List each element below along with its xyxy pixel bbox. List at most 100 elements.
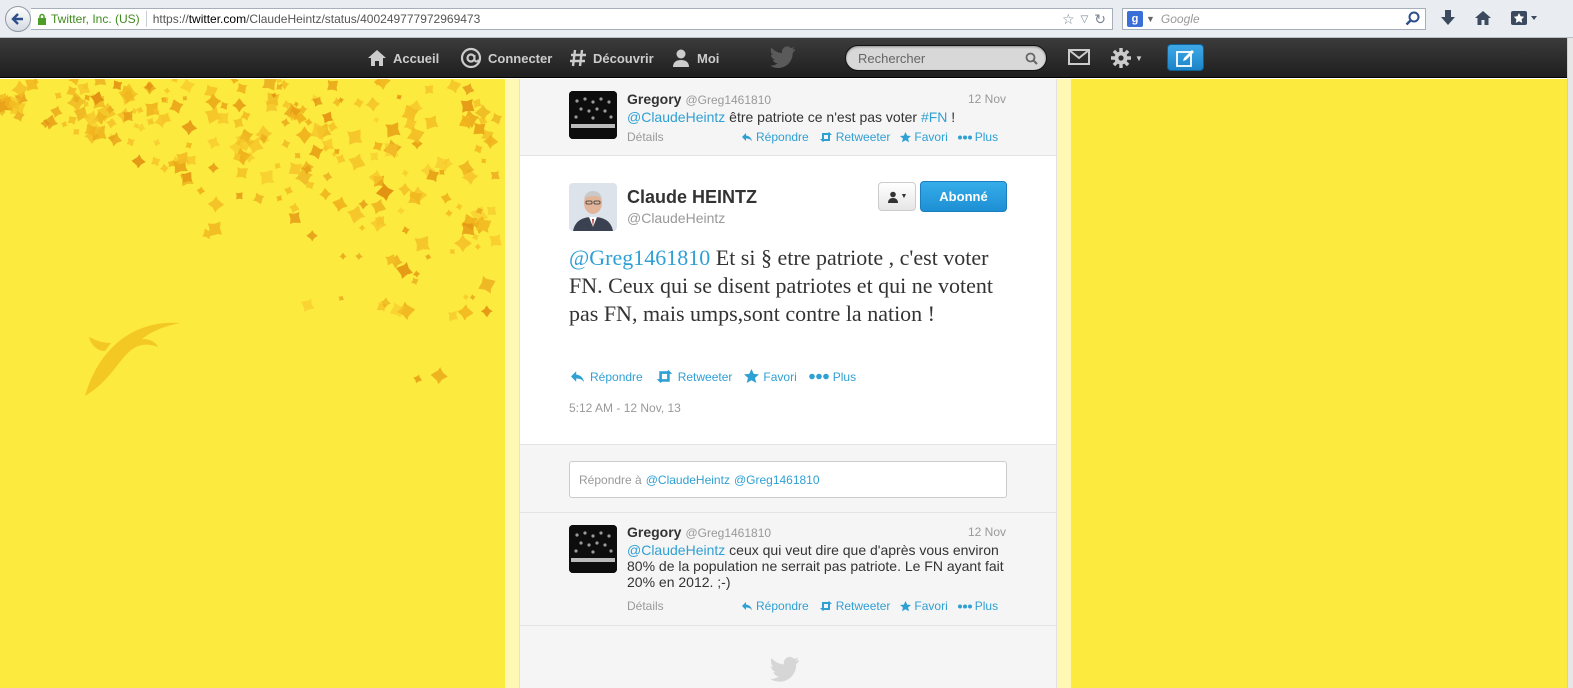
tweet-date[interactable]: 12 Nov	[968, 525, 1006, 539]
user-actions-button[interactable]: ▼	[878, 182, 916, 211]
nav-discover-label: Découvrir	[593, 50, 654, 66]
details-link[interactable]: Détails	[627, 130, 664, 144]
reload-icon[interactable]: ↻	[1094, 11, 1106, 28]
home-icon[interactable]	[1474, 10, 1492, 26]
twitter-topbar: Accueil Connecter Découvrir Moi ▼	[0, 38, 1567, 78]
leaf-shape	[232, 98, 247, 113]
avatar[interactable]	[569, 525, 617, 573]
timeline-end	[520, 626, 1056, 688]
following-button[interactable]: Abonné	[920, 181, 1007, 212]
person-icon	[673, 49, 689, 67]
leaf-shape	[430, 367, 448, 385]
retweet-icon	[819, 601, 832, 611]
leaf-shape	[150, 156, 161, 167]
more-dots-icon	[957, 135, 972, 139]
hashtag-link[interactable]: #FN	[921, 109, 947, 125]
mention-link[interactable]: @ClaudeHeintz	[627, 542, 725, 558]
more-action[interactable]: Plus	[957, 130, 998, 144]
history-dropdown-icon[interactable]: ▽	[1081, 14, 1089, 25]
leaf-shape	[312, 96, 323, 107]
leaf-shape	[207, 221, 223, 237]
tweet-handle[interactable]: @Greg1461810	[685, 93, 771, 107]
browser-search-placeholder: Google	[1160, 12, 1200, 26]
leaf-shape	[207, 136, 220, 150]
leaf-shape	[355, 252, 363, 261]
compose-tweet-button[interactable]	[1167, 44, 1204, 71]
favorite-action[interactable]: Favori	[744, 369, 797, 384]
leaf-shape	[338, 295, 344, 302]
tweet-text: @ClaudeHeintz être patriote ce n'est pas…	[627, 109, 956, 125]
nav-home-label: Accueil	[393, 50, 440, 66]
leaf-shape	[163, 87, 171, 95]
page-scrollbar[interactable]	[1567, 38, 1573, 688]
retweet-action[interactable]: Retweeter	[655, 369, 732, 384]
home-icon	[368, 50, 386, 66]
tweet-handle[interactable]: @Greg1461810	[685, 526, 771, 540]
nav-discover[interactable]: Découvrir	[569, 38, 654, 78]
leaf-shape	[401, 169, 409, 177]
tweet-author[interactable]: Gregory @Greg1461810	[627, 91, 771, 107]
url-bar[interactable]: Twitter, Inc. (US) https://twitter.com/C…	[31, 8, 1113, 30]
search-icon[interactable]	[1025, 52, 1038, 65]
download-icon[interactable]	[1440, 9, 1456, 27]
leaf-shape	[182, 95, 188, 101]
envelope-icon[interactable]	[1068, 49, 1090, 65]
leaf-shape	[398, 183, 412, 196]
retweet-action[interactable]: Retweeter	[819, 599, 890, 613]
site-identity[interactable]: Twitter, Inc. (US)	[51, 12, 140, 26]
nav-connect[interactable]: Connecter	[460, 38, 552, 78]
leaf-shape	[161, 96, 169, 104]
reply-action[interactable]: Répondre	[741, 599, 809, 613]
main-tweet-author[interactable]: Claude HEINTZ	[627, 187, 757, 208]
main-tweet-timestamp[interactable]: 5:12 AM - 12 Nov, 13	[569, 401, 681, 415]
search-input[interactable]	[846, 46, 1016, 70]
retweet-action[interactable]: Retweeter	[819, 130, 890, 144]
twitter-search[interactable]	[845, 45, 1047, 71]
more-dots-icon	[957, 604, 972, 608]
google-icon[interactable]: g	[1127, 11, 1143, 27]
conversation-tweet[interactable]: Gregory @Greg1461810 12 Nov @ClaudeHeintz…	[520, 513, 1056, 626]
tweet-date[interactable]: 12 Nov	[968, 92, 1006, 106]
leaf-shape	[236, 83, 248, 94]
column-shadow-left	[505, 79, 519, 688]
leaf-shape	[126, 137, 135, 147]
browser-search-box[interactable]: g ▼ Google	[1122, 8, 1426, 30]
conversation-tweet[interactable]: Gregory @Greg1461810 12 Nov @ClaudeHeintz…	[520, 79, 1056, 156]
favorite-action[interactable]: Favori	[900, 130, 948, 144]
leaf-shape	[107, 132, 123, 147]
leaf-shape	[105, 117, 117, 129]
avatar[interactable]	[569, 183, 617, 231]
reply-action[interactable]: Répondre	[741, 130, 809, 144]
autumn-leaves-decoration	[0, 79, 503, 385]
tweet-author[interactable]: Gregory @Greg1461810	[627, 524, 771, 540]
nav-me[interactable]: Moi	[671, 38, 719, 78]
bookmark-star-icon[interactable]: ☆	[1062, 11, 1075, 28]
leaf-shape	[319, 187, 332, 201]
avatar[interactable]	[569, 91, 617, 139]
reply-icon	[571, 371, 584, 383]
main-tweet-handle[interactable]: @ClaudeHeintz	[627, 210, 725, 226]
leaf-shape	[372, 141, 383, 152]
bookmarks-menu-icon[interactable]	[1510, 10, 1538, 26]
url-text[interactable]: https://twitter.com/ClaudeHeintz/status/…	[153, 12, 481, 26]
leaf-shape	[236, 166, 248, 179]
nav-home[interactable]: Accueil	[367, 38, 439, 78]
tweet-text: @ClaudeHeintz ceux qui veut dire que d'a…	[627, 542, 1004, 590]
reply-action[interactable]: Répondre	[569, 369, 643, 384]
details-link[interactable]: Détails	[627, 599, 664, 613]
settings-button[interactable]: ▼	[1110, 47, 1143, 69]
mention-link[interactable]: @Greg1461810	[569, 245, 710, 270]
leaf-shape	[196, 186, 206, 196]
more-action[interactable]: Plus	[957, 599, 998, 613]
leaf-shape	[252, 192, 265, 205]
back-button[interactable]	[5, 6, 31, 32]
favorite-action[interactable]: Favori	[900, 599, 948, 613]
compose-icon	[1175, 49, 1194, 67]
search-icon[interactable]	[1405, 11, 1421, 27]
twitter-bird-logo[interactable]	[770, 46, 796, 68]
nav-connect-label: Connecter	[488, 50, 553, 66]
mention-link[interactable]: @ClaudeHeintz	[627, 109, 725, 125]
chevron-down-icon[interactable]: ▼	[1146, 14, 1155, 24]
reply-input[interactable]: Répondre à @ClaudeHeintz @Greg1461810	[569, 461, 1007, 498]
more-action[interactable]: Plus	[808, 369, 856, 384]
